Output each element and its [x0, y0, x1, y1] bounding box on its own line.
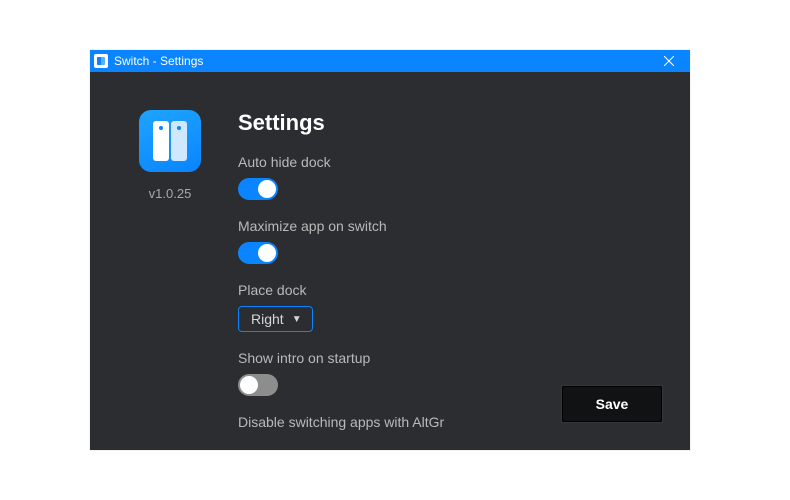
place-dock-select[interactable]: Right ▼	[238, 306, 313, 332]
setting-auto-hide-dock: Auto hide dock	[238, 154, 660, 200]
page-title: Settings	[238, 110, 660, 136]
settings-window: Switch - Settings v1.0.25 Settings Auto …	[90, 50, 690, 450]
app-icon	[139, 110, 201, 172]
setting-label: Auto hide dock	[238, 154, 660, 170]
setting-place-dock: Place dock Right ▼	[238, 282, 660, 332]
chevron-down-icon: ▼	[292, 314, 302, 325]
app-titlebar-icon	[94, 54, 108, 68]
show-intro-toggle[interactable]	[238, 374, 278, 396]
setting-label: Maximize app on switch	[238, 218, 660, 234]
auto-hide-dock-toggle[interactable]	[238, 178, 278, 200]
select-value: Right	[251, 311, 284, 327]
version-label: v1.0.25	[149, 186, 192, 201]
window-title: Switch - Settings	[114, 54, 203, 68]
setting-label: Show intro on startup	[238, 350, 660, 366]
setting-label: Place dock	[238, 282, 660, 298]
save-button[interactable]: Save	[562, 386, 662, 422]
maximize-on-switch-toggle[interactable]	[238, 242, 278, 264]
setting-maximize-on-switch: Maximize app on switch	[238, 218, 660, 264]
titlebar[interactable]: Switch - Settings	[90, 50, 690, 72]
sidebar: v1.0.25	[120, 110, 220, 450]
close-icon[interactable]	[648, 50, 690, 72]
